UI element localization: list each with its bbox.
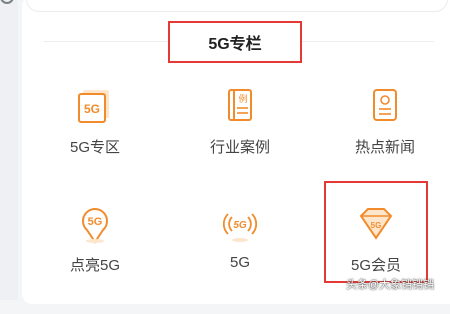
tile-label: 行业案例	[209, 139, 270, 156]
5g-signal-icon: 5G	[220, 204, 260, 244]
5g-zone-icon: 5G	[75, 86, 115, 126]
tile-label: 点亮5G	[69, 257, 120, 274]
5g-pin-icon: 5G	[75, 204, 115, 244]
svg-text:例: 例	[238, 93, 247, 105]
member-tile-highlight	[324, 181, 428, 283]
tile-5g[interactable]: 5G 5G	[180, 204, 300, 314]
section-title-highlight: 5G专栏	[168, 21, 302, 63]
tile-label: 5G	[229, 254, 250, 271]
case-book-icon: 例	[220, 86, 260, 126]
news-doc-icon	[365, 86, 405, 126]
tile-label: 热点新闻	[354, 139, 415, 156]
tile-5g-zone[interactable]: 5G 5G专区	[35, 86, 155, 196]
partial-icon	[0, 0, 14, 4]
watermark-text: 头条@大象铛铛铛	[346, 279, 435, 291]
tile-light-up-5g[interactable]: 5G 点亮5G	[35, 204, 155, 314]
tile-label: 5G专区	[69, 139, 120, 156]
search-bar[interactable]	[26, 0, 448, 12]
left-sidebar-strip	[0, 0, 18, 300]
svg-text:5G: 5G	[233, 220, 247, 231]
svg-text:5G: 5G	[84, 102, 100, 116]
tile-hot-news[interactable]: 热点新闻	[325, 86, 445, 196]
section-title: 5G专栏	[208, 36, 262, 53]
svg-text:5G: 5G	[88, 216, 103, 228]
tile-industry-cases[interactable]: 例 行业案例	[180, 86, 300, 196]
